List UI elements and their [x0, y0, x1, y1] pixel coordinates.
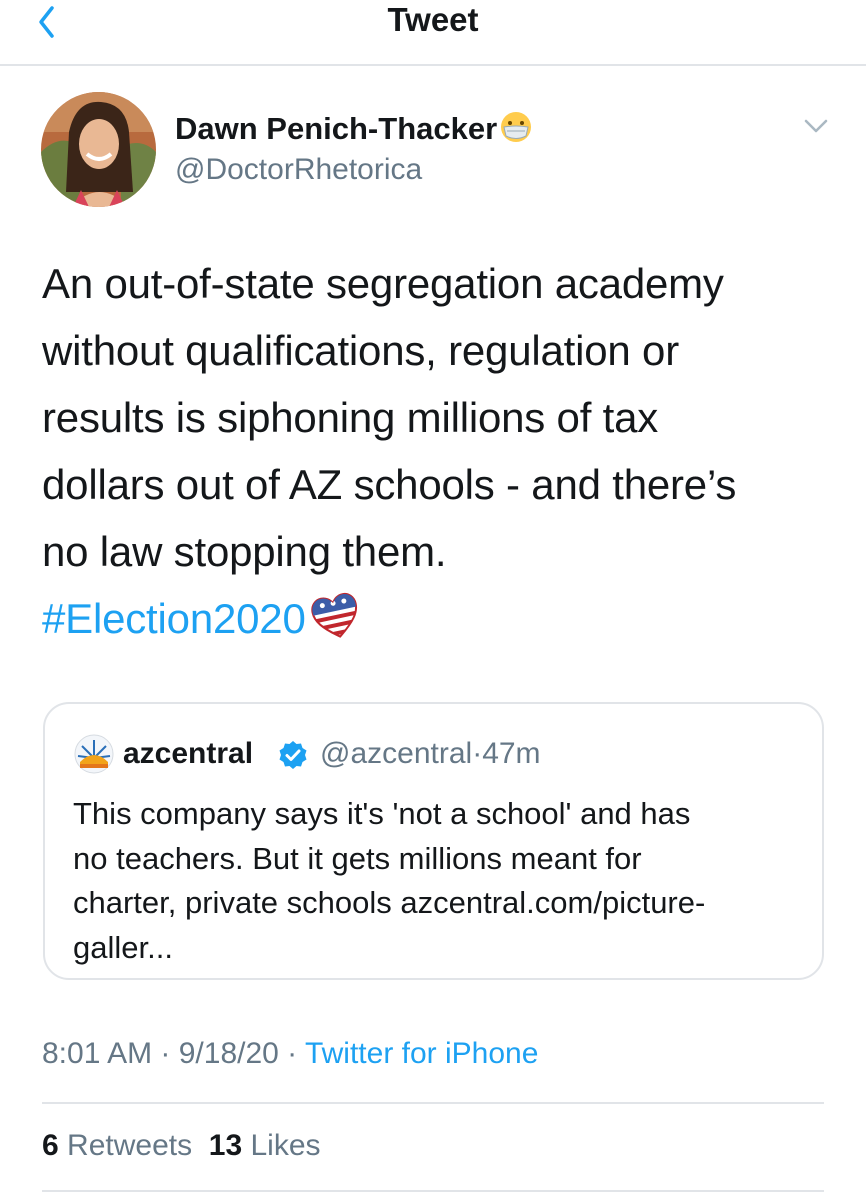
tweet-time: 8:01 AM: [42, 1037, 153, 1070]
tweet-text-line: no law stopping them.: [42, 528, 447, 575]
tweet-text-line: An out-of-state segregation academy: [42, 260, 724, 307]
tweet-text-line: without qualifications, regulation or: [42, 327, 679, 374]
divider: [42, 1102, 824, 1104]
tweet-stats: 6 Retweets 13 Likes: [42, 1126, 321, 1166]
quoted-text: This company says it's 'not a school' an…: [73, 792, 803, 970]
separator-dot: ·: [152, 1037, 179, 1070]
quoted-tweet-card[interactable]: azcentral @azcentral·47m This company sa…: [43, 702, 824, 980]
likes-count: 13: [208, 1129, 243, 1162]
separator-dot: ·: [278, 1037, 305, 1070]
quoted-text-line: no teachers. But it gets millions meant …: [73, 840, 642, 876]
chevron-down-icon: [804, 119, 828, 133]
tweet-text-line: dollars out of AZ schools - and there’s: [42, 461, 737, 508]
likes-stat[interactable]: 13 Likes: [209, 1129, 321, 1162]
tweet-timestamp: 8:01 AM · 9/18/20 · Twitter for iPhone: [42, 1034, 538, 1074]
tweet-options-button[interactable]: [800, 112, 832, 140]
likes-label: Likes: [250, 1129, 321, 1162]
divider: [42, 1190, 824, 1192]
page-title: Tweet: [387, 1, 479, 38]
retweets-stat[interactable]: 6 Retweets: [42, 1129, 192, 1162]
face-with-medical-mask-emoji: [499, 110, 533, 152]
tweet-text: An out-of-state segregation academy with…: [42, 250, 842, 662]
hashtag-line: #Election2020: [42, 585, 842, 662]
separator-dot: ·: [472, 737, 483, 770]
hashtag-link[interactable]: #Election2020: [42, 595, 306, 642]
author-handle[interactable]: @DoctorRhetorica: [175, 152, 422, 188]
verified-badge-icon: [277, 739, 309, 771]
quoted-text-line: This company says it's 'not a school' an…: [73, 796, 691, 831]
author-display-name[interactable]: Dawn Penich-Thacker: [175, 110, 533, 152]
azcentral-logo: [74, 734, 114, 774]
ballot-heart-icon: [309, 591, 362, 662]
tweet-text-line: results is siphoning millions of tax: [42, 394, 659, 441]
avatar-photo: [41, 92, 156, 207]
top-bar: Tweet: [0, 0, 866, 66]
retweets-count: 6: [42, 1129, 59, 1162]
quoted-display-name: azcentral: [123, 737, 254, 770]
retweets-label: Retweets: [67, 1129, 193, 1162]
quoted-handle-time: @azcentral·47m: [320, 735, 541, 773]
tweet-source-link[interactable]: Twitter for iPhone: [305, 1037, 538, 1070]
author-name-text: Dawn Penich-Thacker: [175, 111, 498, 146]
quoted-time: 47m: [482, 737, 541, 770]
quoted-text-line: charter, private schools azcentral.com/p…: [73, 885, 706, 920]
quoted-avatar: [74, 734, 114, 774]
author-avatar[interactable]: [41, 92, 156, 207]
quoted-handle: @azcentral: [320, 737, 473, 770]
quoted-text-line: galler...: [73, 929, 173, 965]
tweet-date: 9/18/20: [178, 1037, 279, 1070]
